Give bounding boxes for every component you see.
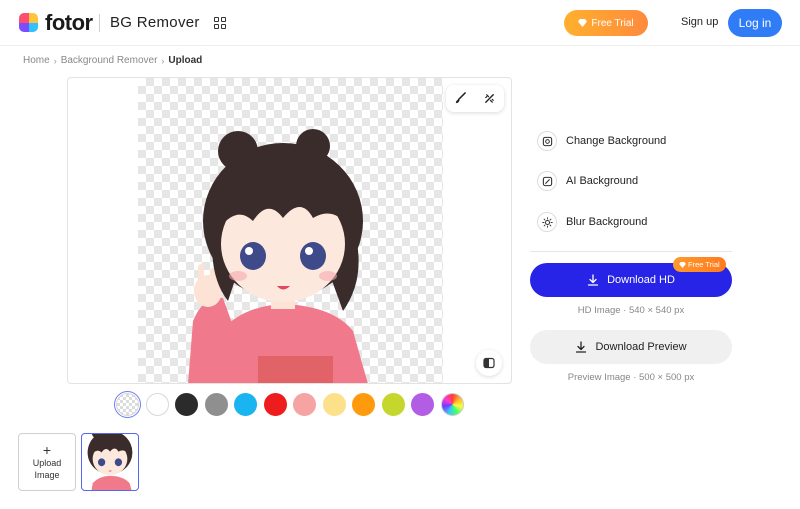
upload-label-line2: Image [34,469,60,480]
free-trial-badge-label: Free Trial [688,260,720,269]
chevron-right-icon: › [53,55,57,66]
hd-image-info: HD Image · 540 × 540 px [577,305,685,316]
swatch-white[interactable] [145,393,169,416]
download-preview-label: Download Preview [595,341,687,353]
upload-label-line1: Upload [32,457,62,468]
image-canvas[interactable] [67,77,512,384]
swatch-pink[interactable] [293,393,316,416]
blur-background-option[interactable]: Blur Background [537,212,647,232]
change-background-label: Change Background [566,135,667,147]
cutout-image [188,129,368,383]
login-button[interactable]: Log in [728,9,782,37]
image-thumbnail[interactable] [81,433,139,491]
swatch-lime[interactable] [381,393,405,416]
free-trial-label: Free Trial [591,17,634,29]
swatch-transparent[interactable] [114,391,141,418]
breadcrumb-background-remover[interactable]: Background Remover [61,55,158,66]
diamond-icon [578,19,588,27]
swatch-red[interactable] [263,393,287,416]
ai-background-option[interactable]: AI Background [537,171,638,191]
upload-image-button[interactable]: + Upload Image [18,433,76,491]
download-icon [576,341,587,353]
swatch-orange[interactable] [352,393,375,416]
panel-divider [530,251,732,252]
compare-icon[interactable] [476,350,502,376]
blur-background-label: Blur Background [566,216,648,228]
apps-grid-icon[interactable] [214,17,226,29]
swatch-light-yellow[interactable] [322,393,346,416]
ai-background-icon [537,171,557,191]
swatch-purple[interactable] [411,393,434,416]
breadcrumb-home[interactable]: Home [23,55,50,66]
diamond-icon [679,261,686,268]
plus-icon: + [42,441,52,458]
change-background-option[interactable]: Change Background [537,131,666,151]
free-trial-badge: Free Trial [673,257,726,272]
free-trial-button[interactable]: Free Trial [564,10,648,36]
preview-image-info: Preview Image · 500 × 500 px [567,372,695,383]
magic-wand-icon[interactable] [475,85,504,112]
swatch-sky-blue[interactable] [234,393,257,416]
background-color-swatches [114,391,464,418]
brand-name[interactable]: fotor [45,10,93,36]
header-divider [99,14,100,32]
change-background-icon [537,131,557,151]
swatch-black[interactable] [175,393,198,416]
blur-background-icon [537,212,557,232]
download-preview-button[interactable]: Download Preview [530,330,732,364]
breadcrumb: Home › Background Remover › Upload [23,55,202,66]
brush-icon[interactable] [446,85,475,112]
download-icon [587,274,599,286]
chevron-right-icon: › [161,55,165,66]
top-header: fotor BG Remover Free Trial Sign up Log … [0,0,800,46]
swatch-gray[interactable] [204,393,228,416]
signup-link[interactable]: Sign up [681,16,718,28]
breadcrumb-current: Upload [168,55,203,66]
product-title: BG Remover [110,14,200,31]
swatch-custom-rainbow[interactable] [440,393,464,416]
fotor-logo-icon[interactable] [19,13,38,32]
download-hd-label: Download HD [607,274,675,286]
ai-background-label: AI Background [566,175,639,187]
edit-tools [446,85,504,112]
